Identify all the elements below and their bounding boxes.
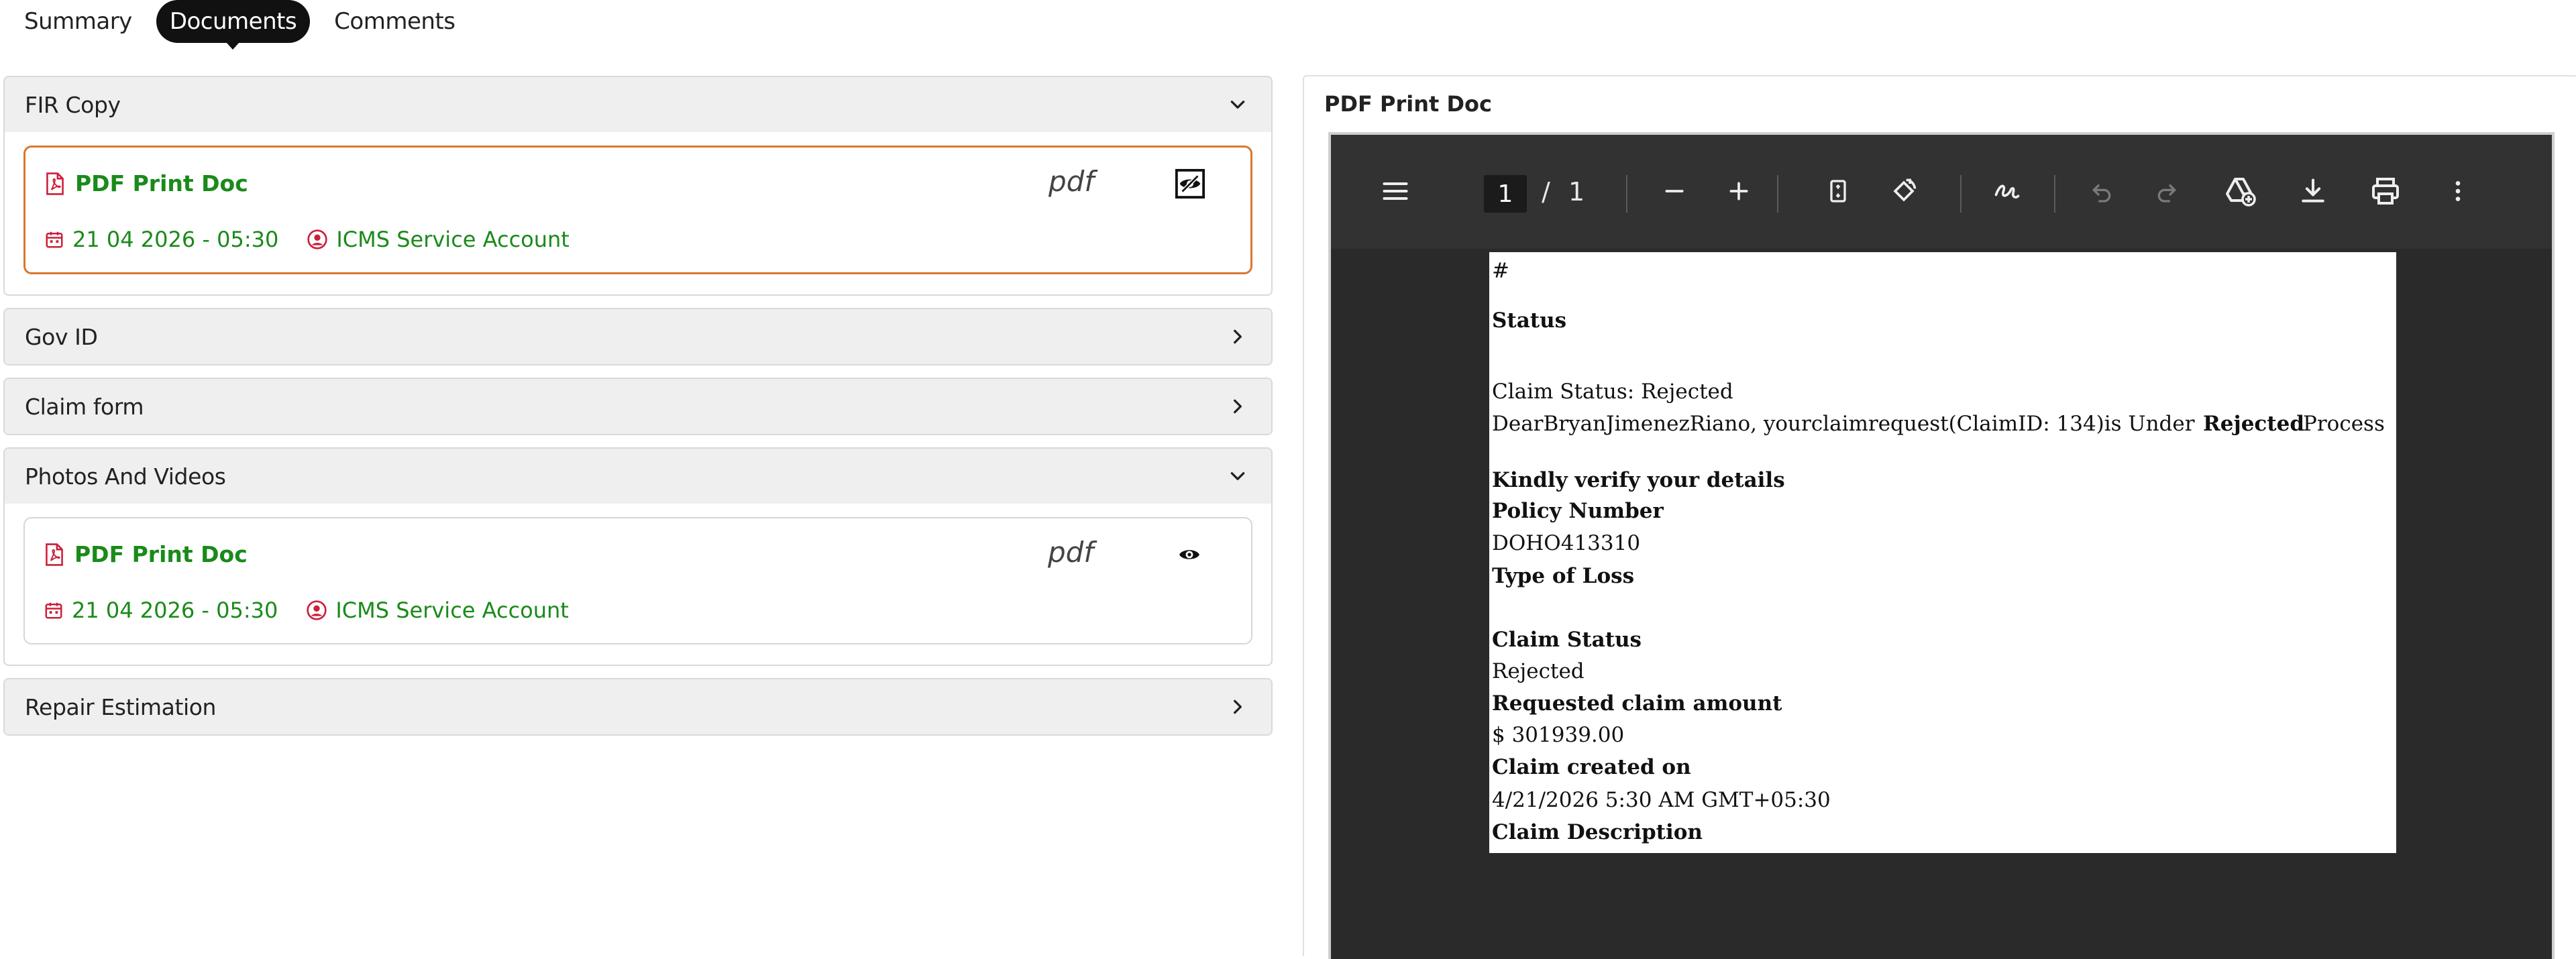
section-repair-estimation: Repair Estimation xyxy=(3,678,1273,736)
section-title: Gov ID xyxy=(25,323,98,350)
redo-icon[interactable] xyxy=(2151,175,2183,207)
policy-label: Policy Number xyxy=(1492,499,1664,523)
status-value: Rejected xyxy=(1492,659,1585,683)
document-card[interactable]: PDF Print Doc pdf 21 04 2026 - 05:30 ICM… xyxy=(23,146,1252,274)
verify-heading: Kindly verify your details xyxy=(1492,468,1785,492)
page-hash: # xyxy=(1492,259,1509,283)
calendar-icon xyxy=(45,602,62,619)
pdf-file-icon xyxy=(46,543,63,566)
pdf-viewer: 1 / 1 # Status Claim Status: Rejected De… xyxy=(1328,132,2555,959)
pdf-page: # Status Claim Status: Rejected DearBrya… xyxy=(1489,252,2396,853)
eye-icon[interactable] xyxy=(1173,539,1205,571)
toolbar-divider xyxy=(1626,175,1627,213)
calendar-icon xyxy=(46,231,63,248)
page-separator: / xyxy=(1542,177,1550,207)
dear-line: DearBryanJimenezRiano, yourclaimrequest(… xyxy=(1492,412,2195,436)
toolbar-divider xyxy=(2054,175,2055,213)
document-type: pdf xyxy=(1049,165,1095,198)
claim-status-line: Claim Status: Rejected xyxy=(1492,380,1733,404)
save-to-drive-icon[interactable] xyxy=(2224,175,2257,207)
fit-page-icon[interactable] xyxy=(1822,175,1854,207)
tab-bar: Summary Documents Comments xyxy=(11,0,468,43)
section-repair-estimation-header[interactable]: Repair Estimation xyxy=(5,679,1271,734)
description-label: Claim Description xyxy=(1492,820,1703,844)
amount-label: Requested claim amount xyxy=(1492,691,1782,716)
undo-icon[interactable] xyxy=(2086,175,2118,207)
chevron-right-icon[interactable] xyxy=(1223,692,1252,722)
chevron-right-icon[interactable] xyxy=(1223,392,1252,421)
process-word: Process xyxy=(2303,412,2385,436)
status-label: Claim Status xyxy=(1492,628,1642,652)
preview-title: PDF Print Doc xyxy=(1324,91,1492,117)
section-title: Repair Estimation xyxy=(25,693,217,720)
document-name[interactable]: PDF Print Doc xyxy=(75,170,248,196)
rejected-word: Rejected xyxy=(2203,412,2305,436)
loss-label: Type of Loss xyxy=(1492,564,1635,588)
user-circle-icon xyxy=(307,229,327,249)
section-photos-and-videos: Photos And Videos PDF Print Doc pdf 21 0… xyxy=(3,447,1273,666)
user-circle-icon xyxy=(307,600,327,620)
section-gov-id: Gov ID xyxy=(3,308,1273,365)
chevron-down-icon[interactable] xyxy=(1223,461,1252,491)
section-title: FIR Copy xyxy=(25,91,121,118)
pdf-file-icon xyxy=(46,172,64,195)
toolbar-divider xyxy=(1777,175,1778,213)
section-title: Claim form xyxy=(25,393,144,420)
pdf-toolbar: 1 / 1 xyxy=(1331,135,2552,249)
page-number-input[interactable]: 1 xyxy=(1484,175,1527,213)
document-date: 21 04 2026 - 05:30 xyxy=(72,598,278,623)
page-heading: Status xyxy=(1492,308,1567,333)
menu-icon[interactable] xyxy=(1379,175,1411,207)
pdf-preview-panel: PDF Print Doc 1 / 1 # Status Claim Statu… xyxy=(1303,75,2576,959)
download-icon[interactable] xyxy=(2297,175,2329,207)
more-options-icon[interactable] xyxy=(2442,175,2474,207)
section-claim-form-header[interactable]: Claim form xyxy=(5,379,1271,434)
document-name[interactable]: PDF Print Doc xyxy=(74,541,248,567)
document-user: ICMS Service Account xyxy=(335,598,569,623)
tab-summary[interactable]: Summary xyxy=(11,0,146,43)
zoom-out-icon[interactable] xyxy=(1658,175,1690,207)
policy-value: DOHO413310 xyxy=(1492,531,1641,555)
chevron-right-icon[interactable] xyxy=(1223,322,1252,351)
section-title: Photos And Videos xyxy=(25,463,226,490)
section-photos-and-videos-header[interactable]: Photos And Videos xyxy=(5,449,1271,504)
section-fir-copy-header[interactable]: FIR Copy xyxy=(5,77,1271,132)
document-sections: FIR Copy PDF Print Doc pdf 21 04 2026 - … xyxy=(3,76,1273,748)
chevron-down-icon[interactable] xyxy=(1223,90,1252,119)
section-claim-form: Claim form xyxy=(3,378,1273,435)
document-type: pdf xyxy=(1048,536,1094,569)
amount-value: $ 301939.00 xyxy=(1492,723,1625,747)
document-date: 21 04 2026 - 05:30 xyxy=(72,227,279,252)
section-gov-id-header[interactable]: Gov ID xyxy=(5,309,1271,364)
eye-slash-icon[interactable] xyxy=(1174,168,1206,200)
document-card[interactable]: PDF Print Doc pdf 21 04 2026 - 05:30 ICM… xyxy=(23,517,1252,644)
draw-icon[interactable] xyxy=(1991,175,2023,207)
page-total: 1 xyxy=(1568,177,1585,207)
created-label: Claim created on xyxy=(1492,755,1691,779)
print-icon[interactable] xyxy=(2369,175,2402,207)
zoom-in-icon[interactable] xyxy=(1723,175,1755,207)
created-value: 4/21/2026 5:30 AM GMT+05:30 xyxy=(1492,788,1831,812)
tab-comments[interactable]: Comments xyxy=(321,0,468,43)
section-fir-copy: FIR Copy PDF Print Doc pdf 21 04 2026 - … xyxy=(3,76,1273,296)
tab-documents[interactable]: Documents xyxy=(156,0,311,43)
document-user: ICMS Service Account xyxy=(336,227,570,252)
toolbar-divider xyxy=(1960,175,1962,213)
rotate-icon[interactable] xyxy=(1888,175,1920,207)
